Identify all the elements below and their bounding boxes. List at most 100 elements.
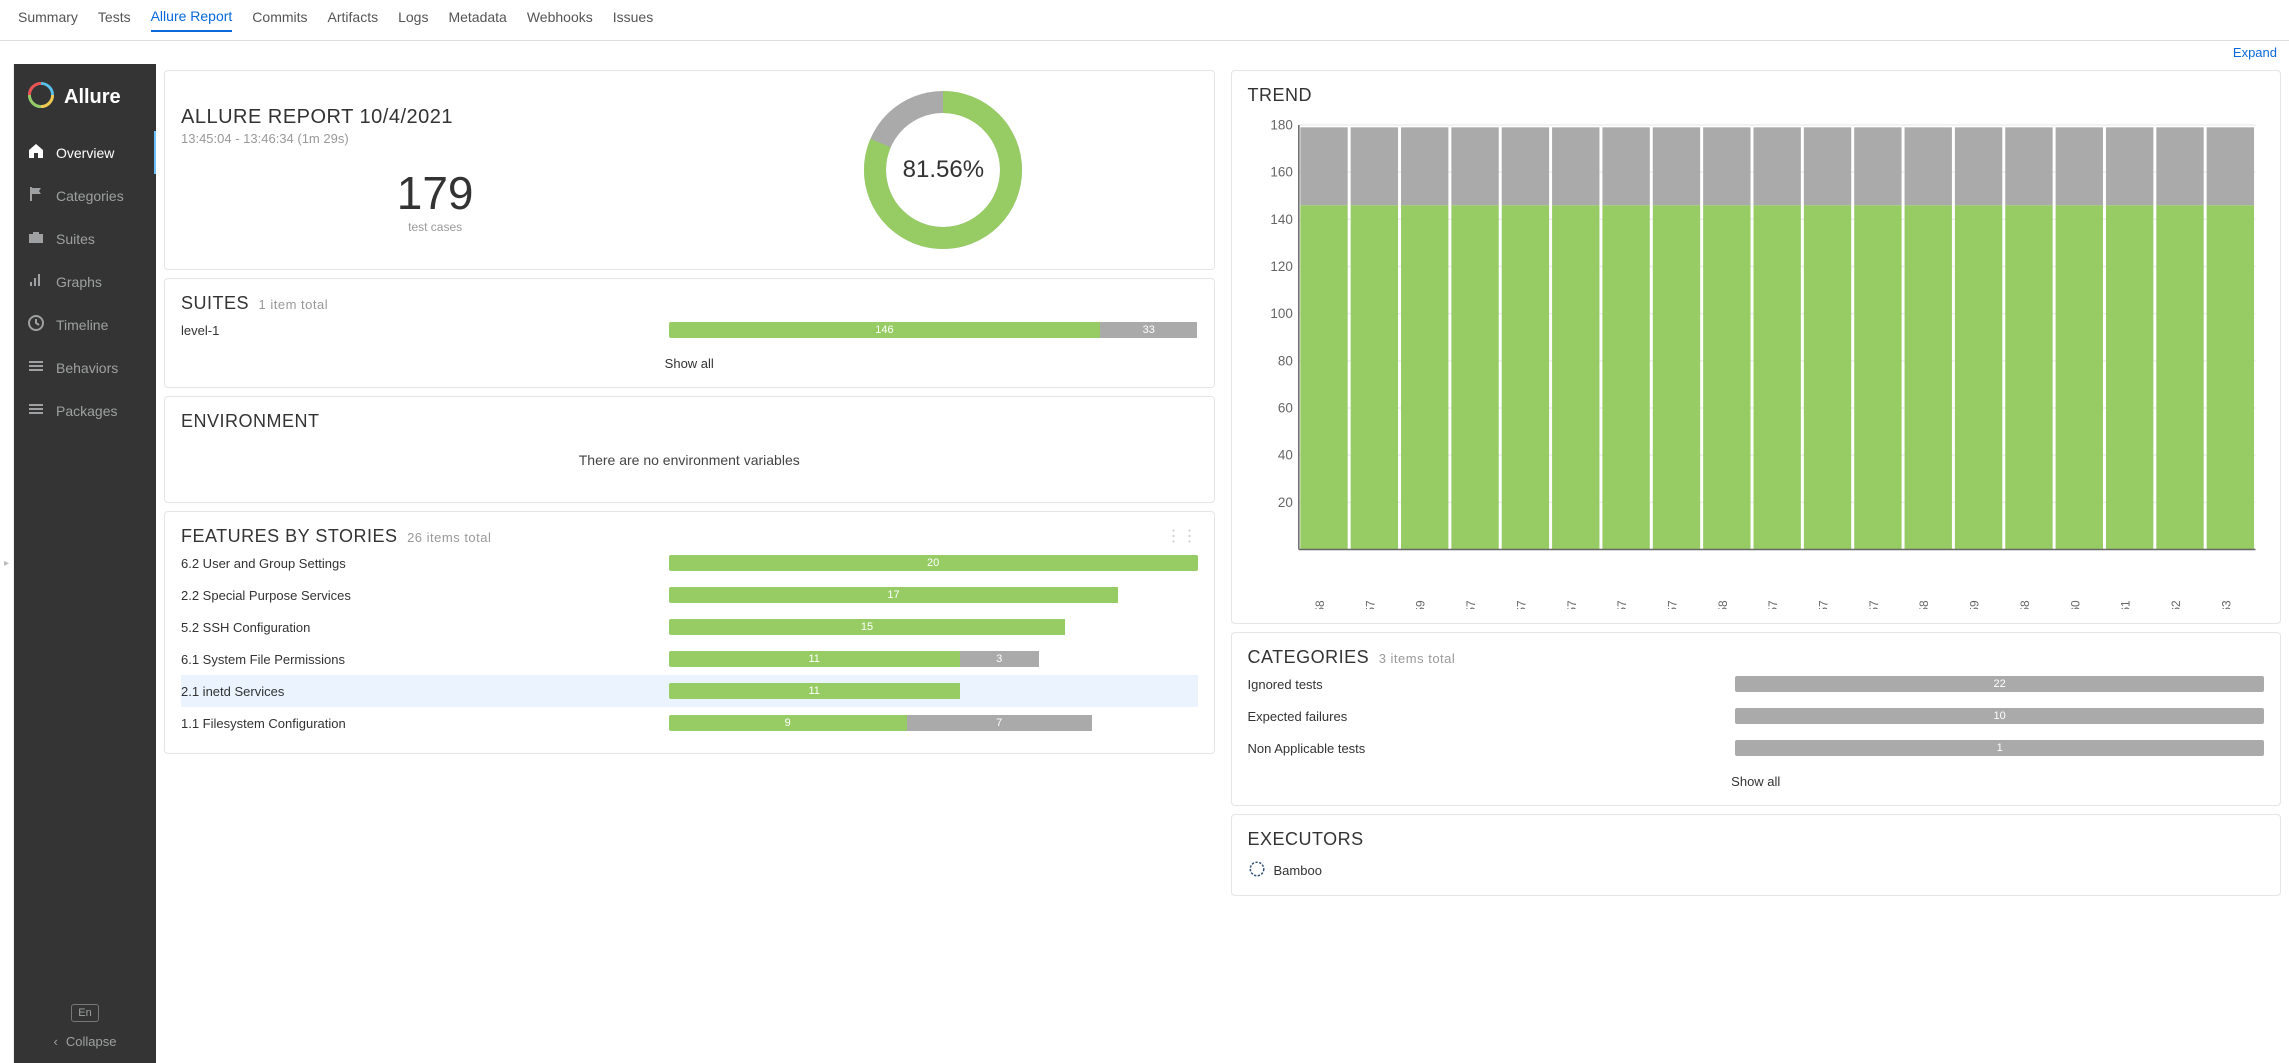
tab-webhooks[interactable]: Webhooks <box>527 9 593 31</box>
tab-summary[interactable]: Summary <box>18 9 78 31</box>
row-bar: 22 <box>1735 676 2264 692</box>
sidebar-item-label: Overview <box>56 145 114 161</box>
svg-text:#657: #657 <box>1514 600 1528 609</box>
trend-bar-passed <box>2105 205 2152 549</box>
table-row[interactable]: 1.1 Filesystem Configuration97 <box>181 707 1198 739</box>
row-label: level-1 <box>181 323 659 338</box>
drag-handle-icon[interactable]: ⋮⋮ <box>1166 526 1198 546</box>
lang-chip[interactable]: En <box>71 1004 98 1022</box>
home-icon <box>28 143 44 162</box>
trend-bar-other <box>1703 127 1750 205</box>
row-label: 2.1 inetd Services <box>181 684 659 699</box>
sidebar-item-behaviors[interactable]: Behaviors <box>14 346 156 389</box>
env-empty: There are no environment variables <box>181 432 1198 488</box>
trend-bar-passed <box>2206 205 2253 549</box>
segment-passed: 17 <box>669 587 1118 603</box>
suites-card: SUITES 1 item total level-1 14633 Show al… <box>164 278 1215 388</box>
svg-text:#658: #658 <box>1715 600 1729 609</box>
row-label: 6.2 User and Group Settings <box>181 556 659 571</box>
svg-text:#657: #657 <box>1816 600 1830 609</box>
pass-rate-text: 81.56% <box>858 85 1028 255</box>
trend-bar-other <box>2055 127 2102 205</box>
table-row[interactable]: level-1 14633 <box>181 314 1198 346</box>
collapse-button[interactable]: ‹ Collapse <box>54 1034 117 1049</box>
trend-card: TREND 20406080100120140160180#658#657#65… <box>1231 70 2282 624</box>
expand-link[interactable]: Expand <box>2233 45 2277 60</box>
sidebar-item-suites[interactable]: Suites <box>14 217 156 260</box>
tab-artifacts[interactable]: Artifacts <box>328 9 379 31</box>
trend-bar-passed <box>1501 205 1548 549</box>
trend-bar-other <box>1552 127 1599 205</box>
table-row[interactable]: Non Applicable tests1 <box>1248 732 2265 764</box>
table-row[interactable]: 2.1 inetd Services11 <box>181 675 1198 707</box>
chevron-left-icon: ‹ <box>54 1034 58 1049</box>
svg-text:160: 160 <box>1270 165 1292 180</box>
table-row[interactable]: 2.2 Special Purpose Services17 <box>181 579 1198 611</box>
trend-bar-other <box>1803 127 1850 205</box>
suites-title: SUITES <box>181 293 249 313</box>
svg-text:180: 180 <box>1270 117 1292 132</box>
segment-passed: 11 <box>669 651 960 667</box>
row-bar: 10 <box>1735 708 2264 724</box>
suites-sub: 1 item total <box>259 297 329 312</box>
clock-icon <box>28 315 44 334</box>
row-bar: 15 <box>669 619 1198 635</box>
tab-metadata[interactable]: Metadata <box>448 9 506 31</box>
report-time: 13:45:04 - 13:46:34 (1m 29s) <box>181 131 689 146</box>
row-bar: 14633 <box>669 322 1198 338</box>
table-row[interactable]: 6.2 User and Group Settings 20 <box>181 547 1198 579</box>
categories-show-all[interactable]: Show all <box>1248 764 2265 791</box>
table-row[interactable]: 5.2 SSH Configuration15 <box>181 611 1198 643</box>
segment-passed: 9 <box>669 715 907 731</box>
sidebar-item-label: Graphs <box>56 274 102 290</box>
trend-bar-other <box>1602 127 1649 205</box>
trend-bar-other <box>1451 127 1498 205</box>
flag-icon <box>28 186 44 205</box>
svg-text:#658: #658 <box>1313 600 1327 609</box>
total-tests: 179 <box>181 166 689 220</box>
tab-tests[interactable]: Tests <box>98 9 131 31</box>
list-icon <box>28 358 44 377</box>
table-row[interactable]: 6.1 System File Permissions113 <box>181 643 1198 675</box>
svg-text:#657: #657 <box>1363 600 1377 609</box>
segment-other: 33 <box>1100 322 1197 338</box>
sidebar-item-packages[interactable]: Packages <box>14 389 156 432</box>
features-title: FEATURES BY STORIES <box>181 526 398 546</box>
sidebar-item-categories[interactable]: Categories <box>14 174 156 217</box>
bamboo-icon <box>1248 860 1266 881</box>
executor-row[interactable]: Bamboo <box>1248 850 2265 881</box>
tab-allure-report[interactable]: Allure Report <box>151 8 233 32</box>
svg-text:#658: #658 <box>1917 600 1931 609</box>
trend-chart: 20406080100120140160180#658#657#659#657#… <box>1248 116 2265 609</box>
categories-title: CATEGORIES <box>1248 647 1370 667</box>
tab-commits[interactable]: Commits <box>252 9 307 31</box>
sidebar: Allure Overview Categories Suites Graphs Tim… <box>14 64 156 1063</box>
brand: Allure <box>14 64 156 131</box>
row-bar: 97 <box>669 715 1198 731</box>
row-bar: 20 <box>669 555 1198 571</box>
sidebar-item-overview[interactable]: Overview <box>14 131 156 174</box>
brand-name: Allure <box>64 86 121 109</box>
sidebar-item-graphs[interactable]: Graphs <box>14 260 156 303</box>
svg-text:#661: #661 <box>2118 600 2132 609</box>
tab-logs[interactable]: Logs <box>398 9 428 31</box>
trend-bar-other <box>1401 127 1448 205</box>
row-label: Expected failures <box>1248 709 1726 724</box>
row-bar: 17 <box>669 587 1198 603</box>
svg-text:20: 20 <box>1277 495 1292 510</box>
sidebar-item-label: Categories <box>56 188 124 204</box>
sidebar-item-timeline[interactable]: Timeline <box>14 303 156 346</box>
table-row[interactable]: Expected failures 10 <box>1248 700 2265 732</box>
trend-bar-other <box>2206 127 2253 205</box>
allure-logo-icon <box>28 82 54 113</box>
tab-issues[interactable]: Issues <box>613 9 653 31</box>
svg-text:#657: #657 <box>1866 600 1880 609</box>
table-row[interactable]: Ignored tests22 <box>1248 668 2265 700</box>
trend-bar-passed <box>1854 205 1901 549</box>
trend-bar-passed <box>1401 205 1448 549</box>
svg-text:60: 60 <box>1277 400 1292 415</box>
row-bar: 1 <box>1735 740 2264 756</box>
suites-show-all[interactable]: Show all <box>181 346 1198 373</box>
trend-bar-passed <box>1753 205 1800 549</box>
collapse-strip[interactable]: ▸ <box>0 64 14 1063</box>
